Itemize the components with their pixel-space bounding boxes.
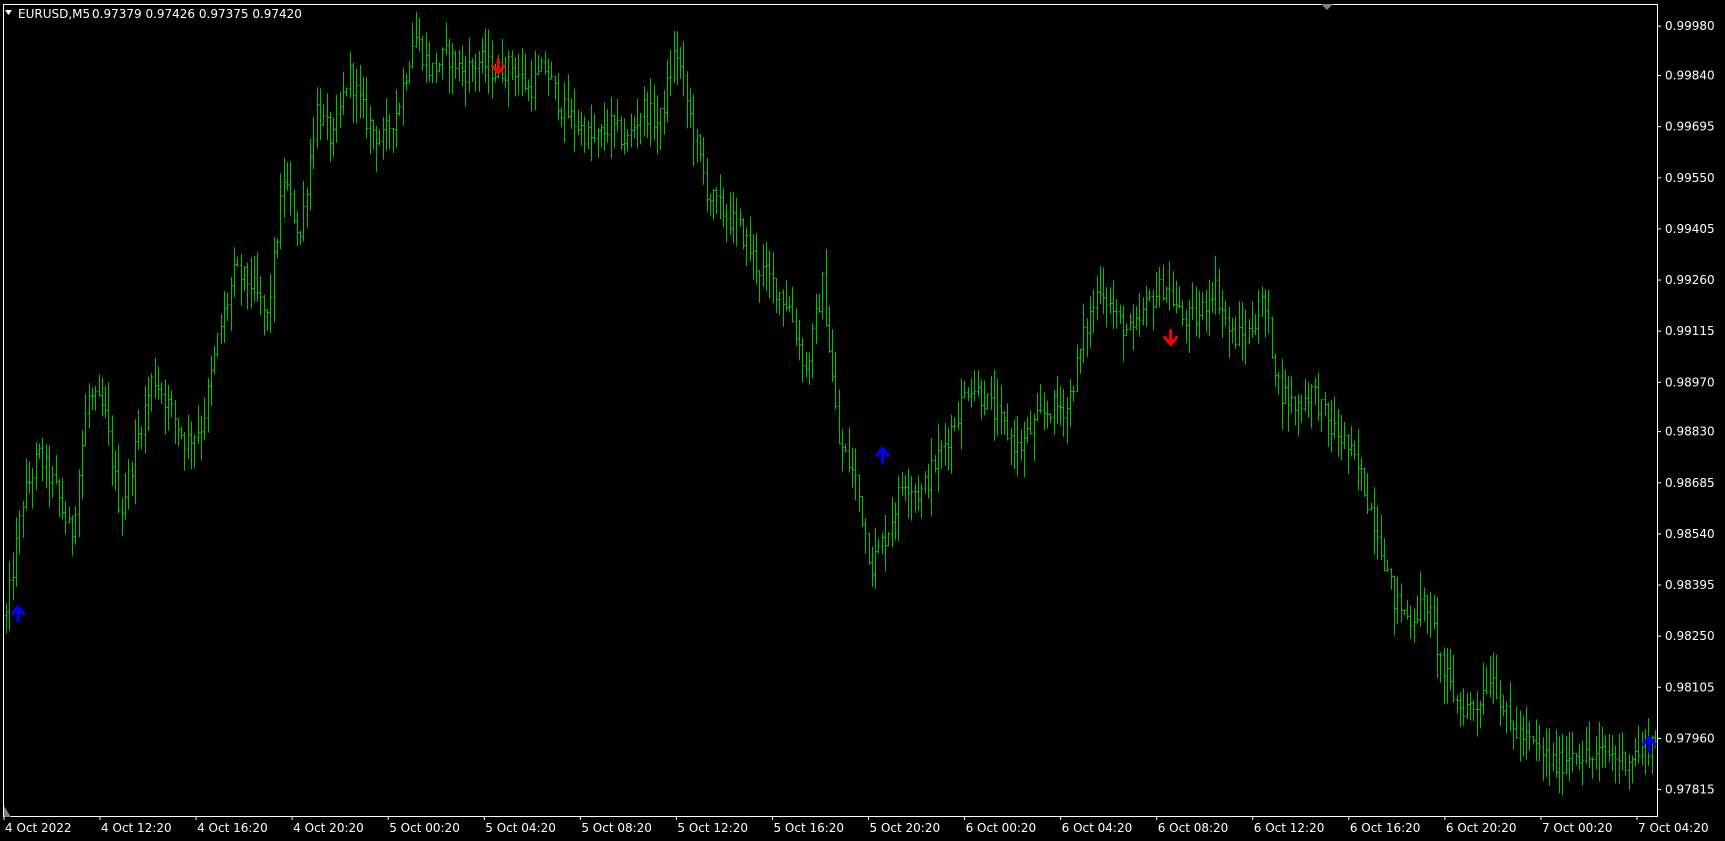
ohlc-readout: 0.97379 0.97426 0.97375 0.97420 xyxy=(92,7,302,21)
price-tick-label: 0.98970 xyxy=(1665,375,1715,389)
chart-background xyxy=(0,0,1725,841)
time-tick-label: 4 Oct 16:20 xyxy=(197,821,268,835)
price-tick-label: 0.99550 xyxy=(1665,171,1715,185)
time-tick-label: 5 Oct 08:20 xyxy=(581,821,652,835)
price-tick-label: 0.99695 xyxy=(1665,120,1715,134)
price-tick-label: 0.99260 xyxy=(1665,273,1715,287)
time-tick-label: 6 Oct 08:20 xyxy=(1158,821,1229,835)
time-tick-label: 4 Oct 20:20 xyxy=(293,821,364,835)
price-tick-label: 0.98830 xyxy=(1665,425,1715,439)
price-tick-label: 0.98395 xyxy=(1665,578,1715,592)
time-tick-label: 7 Oct 04:20 xyxy=(1638,821,1709,835)
time-tick-label: 4 Oct 12:20 xyxy=(101,821,172,835)
price-tick-label: 0.98685 xyxy=(1665,476,1715,490)
price-tick-label: 0.99840 xyxy=(1665,69,1715,83)
time-tick-label: 5 Oct 16:20 xyxy=(773,821,844,835)
price-tick-label: 0.99405 xyxy=(1665,222,1715,236)
price-tick-label: 0.99980 xyxy=(1665,19,1715,33)
time-tick-label: 6 Oct 00:20 xyxy=(966,821,1037,835)
time-tick-label: 6 Oct 12:20 xyxy=(1254,821,1325,835)
time-tick-label: 5 Oct 00:20 xyxy=(389,821,460,835)
symbol-label: EURUSD,M5 xyxy=(18,7,90,21)
price-tick-label: 0.97815 xyxy=(1665,783,1715,797)
price-tick-label: 0.97960 xyxy=(1665,731,1715,745)
price-tick-label: 0.98540 xyxy=(1665,527,1715,541)
time-tick-label: 4 Oct 2022 xyxy=(5,821,72,835)
price-tick-label: 0.98105 xyxy=(1665,680,1715,694)
time-tick-label: 5 Oct 04:20 xyxy=(485,821,556,835)
time-tick-label: 6 Oct 04:20 xyxy=(1062,821,1133,835)
price-chart[interactable]: 0.99980 0.99840 0.99695 0.99550 0.99405 0.992… xyxy=(0,0,1725,841)
time-tick-label: 6 Oct 16:20 xyxy=(1350,821,1421,835)
time-tick-label: 5 Oct 12:20 xyxy=(677,821,748,835)
price-tick-label: 0.98250 xyxy=(1665,629,1715,643)
time-tick-label: 5 Oct 20:20 xyxy=(870,821,941,835)
price-tick-label: 0.99115 xyxy=(1665,324,1715,338)
time-tick-label: 6 Oct 20:20 xyxy=(1446,821,1517,835)
time-tick-label: 7 Oct 00:20 xyxy=(1542,821,1613,835)
